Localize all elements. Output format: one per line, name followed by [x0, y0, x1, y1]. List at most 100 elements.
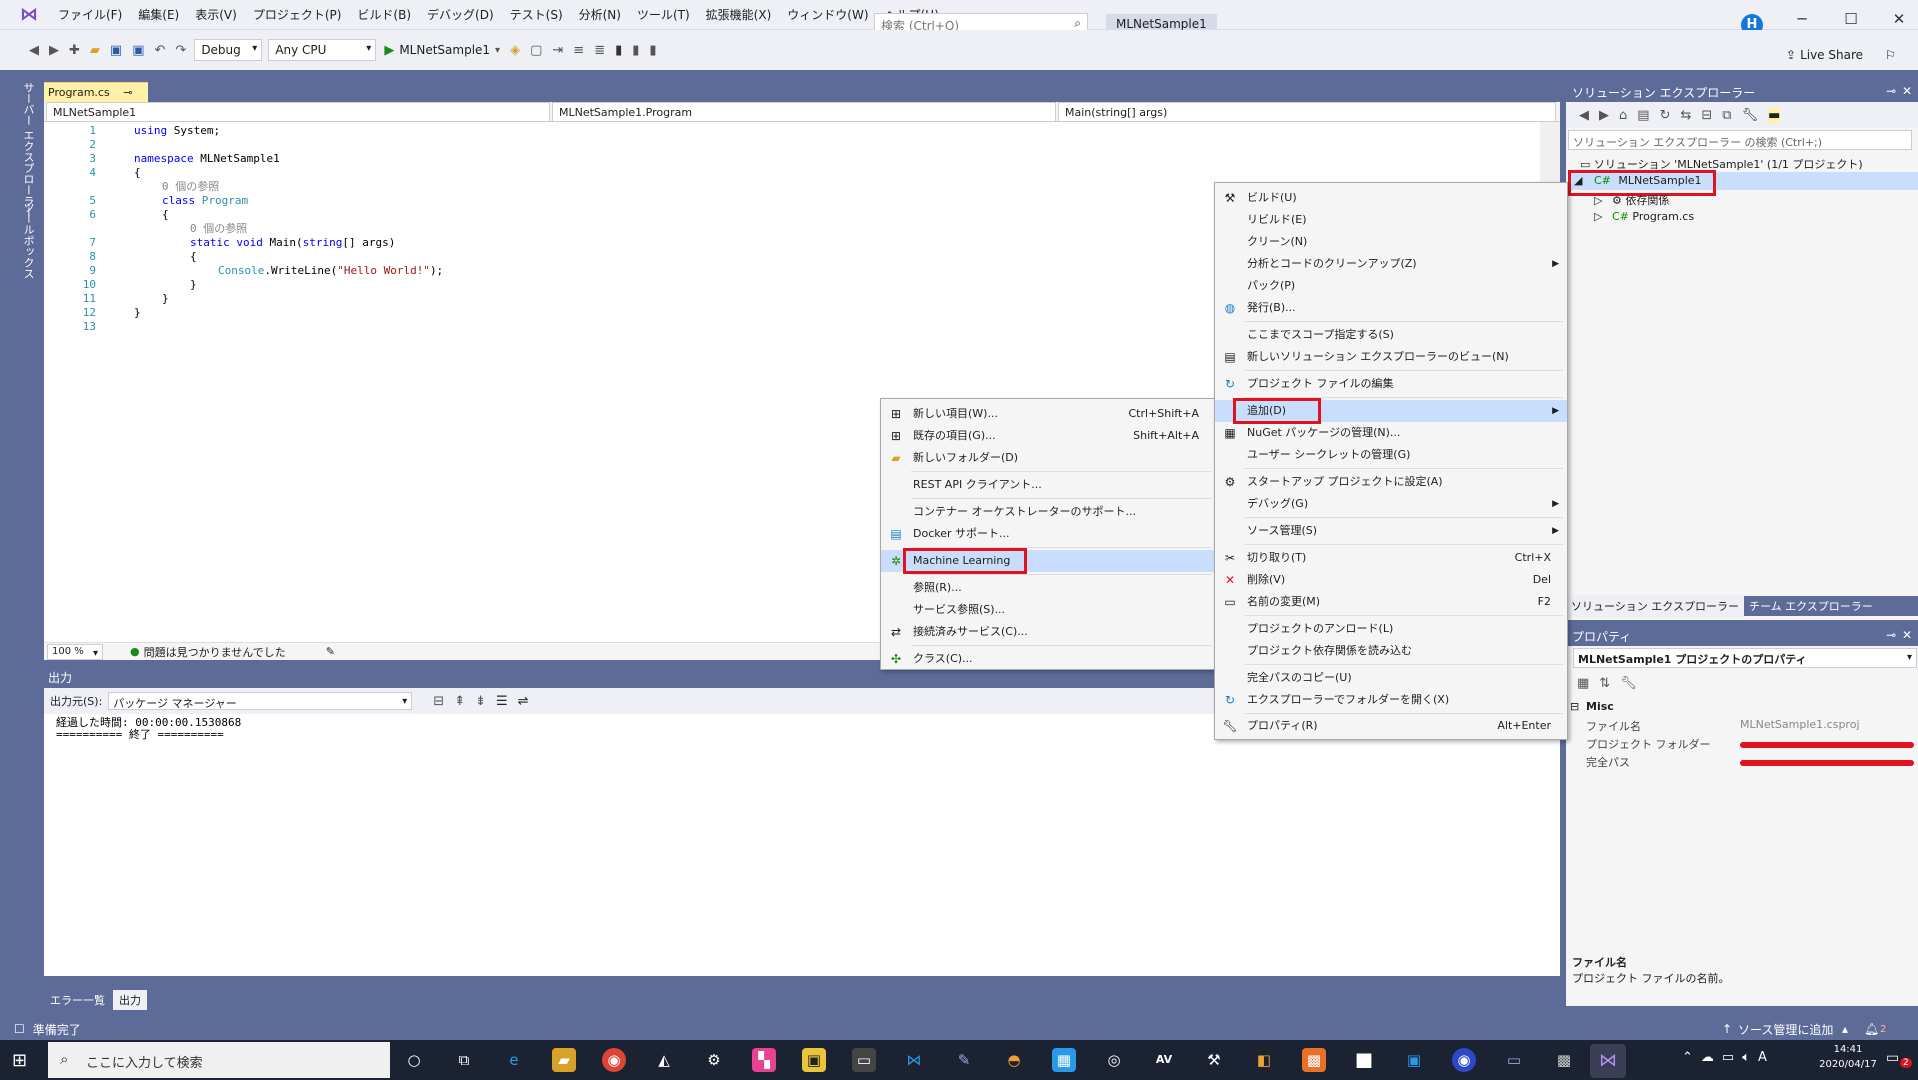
source-control-button[interactable]: ソース管理に追加 [1738, 1021, 1833, 1038]
obs-icon[interactable]: ◎ [1102, 1048, 1126, 1072]
tab-team-explorer[interactable]: チーム エクスプローラー [1744, 595, 1878, 617]
open-folder-icon[interactable]: ▰ [90, 43, 100, 58]
switch-views-icon[interactable]: ▤ [1637, 108, 1649, 123]
zoom-dropdown[interactable]: 100 % [47, 643, 103, 660]
menu-file[interactable]: ファイル(F) [50, 0, 130, 30]
property-category[interactable]: ⊟ Misc [1570, 700, 1914, 718]
menu-edit-project-file[interactable]: ↻ プロジェクト ファイルの編集 [1215, 373, 1567, 395]
bookmark-icon[interactable]: ▮ [615, 43, 622, 58]
menu-build[interactable]: ビルド(B) [349, 0, 419, 30]
save-all-icon[interactable]: ▣ [132, 43, 144, 58]
app-icon[interactable]: ◉ [1452, 1048, 1476, 1072]
forward-icon[interactable]: ▶ [1599, 108, 1609, 123]
ime-indicator[interactable]: A [1758, 1050, 1767, 1065]
chevron-down-icon[interactable]: ▾ [495, 45, 500, 56]
collapsed-icon[interactable]: ▷ [1594, 210, 1602, 223]
tab-error-list[interactable]: エラー一覧 [44, 990, 111, 1010]
tab-program-cs[interactable]: Program.cs ⊸ ✕ [44, 82, 148, 112]
menu-connected-service[interactable]: ⇄ 接続済みサービス(C)... [881, 621, 1215, 643]
forward-icon[interactable]: ▶ [49, 43, 59, 58]
pin-icon[interactable]: ⊸ [1886, 628, 1896, 642]
app-icon[interactable]: ◧ [1252, 1048, 1276, 1072]
notes-app-icon[interactable]: ▣ [802, 1048, 826, 1072]
codelens-reference[interactable]: 0 個の参照 [190, 222, 247, 236]
prev-bookmark-icon[interactable]: ▮ [632, 43, 639, 58]
menu-analyze[interactable]: 分析(N) [571, 0, 629, 30]
chevron-up-icon[interactable]: ⌃ [1682, 1050, 1693, 1065]
step-icon[interactable]: ⇥ [552, 43, 563, 58]
tree-program-cs[interactable]: ▷ C# Program.cs [1594, 210, 1694, 223]
configuration-dropdown[interactable]: Debug [194, 39, 263, 61]
vscode-icon[interactable]: ⋈ [902, 1048, 926, 1072]
tree-dependencies[interactable]: ▷ ⚙︎ 依存関係 [1594, 192, 1669, 208]
menu-unload-project[interactable]: プロジェクトのアンロード(L) [1215, 618, 1567, 640]
next-bookmark-icon[interactable]: ▮ [649, 43, 656, 58]
terminal-icon[interactable]: ▭ [852, 1048, 876, 1072]
property-pages-icon[interactable]: 🔧︎ [1620, 676, 1637, 691]
properties-wrench-icon[interactable]: 🔧︎ [1742, 108, 1759, 123]
tab-output[interactable]: 出力 [113, 990, 147, 1010]
menu-tools[interactable]: ツール(T) [629, 0, 698, 30]
menu-source-control[interactable]: ソース管理(S) ▶ [1215, 520, 1567, 542]
chrome-icon[interactable]: ◉ [602, 1048, 626, 1072]
menu-manage-nuget[interactable]: ▦ NuGet パッケージの管理(N)... [1215, 422, 1567, 444]
menu-cut[interactable]: ✂ 切り取り(T) Ctrl+X [1215, 547, 1567, 569]
feedback-icon[interactable]: ⚐ [1885, 48, 1896, 62]
menu-existing-item[interactable]: ⊞ 既存の項目(G)... Shift+Alt+A [881, 425, 1215, 447]
menu-delete[interactable]: ✕ 削除(V) Del [1215, 569, 1567, 591]
action-center-icon[interactable]: ▭ [1886, 1050, 1899, 1066]
menu-service-reference[interactable]: サービス参照(S)... [881, 599, 1215, 621]
start-button[interactable]: MLNetSample1 [399, 43, 490, 57]
menu-view[interactable]: 表示(V) [187, 0, 245, 30]
property-row[interactable]: ファイル名 MLNetSample1.csproj [1570, 718, 1914, 736]
menu-rename[interactable]: ▭ 名前の変更(M) F2 [1215, 591, 1567, 613]
toolbox-tab[interactable]: ツールボックス [20, 202, 36, 279]
output-source-dropdown[interactable]: パッケージ マネージャー [108, 692, 413, 710]
class-nav-dropdown[interactable]: MLNetSample1.Program [552, 102, 1056, 122]
app-icon[interactable]: ⚒ [1202, 1048, 1226, 1072]
notification-icon[interactable]: 🔔︎ [1864, 1022, 1879, 1036]
app-icon[interactable]: AV [1152, 1048, 1176, 1072]
tab-solution-explorer[interactable]: ソリューション エクスプローラー [1566, 595, 1744, 617]
preview-icon[interactable]: ▬ [1768, 107, 1781, 123]
paint-app-icon[interactable]: ✎ [952, 1048, 976, 1072]
find-icon[interactable]: ◈ [510, 43, 520, 58]
output-text[interactable]: 経過した時間: 00:00:00.1530868 ========== 終了 =… [44, 714, 1560, 976]
undo-icon[interactable]: ↶ [155, 43, 166, 58]
close-panel-icon[interactable]: ✕ [1902, 84, 1912, 98]
collapsed-icon[interactable]: ▷ [1594, 194, 1602, 207]
menu-docker-support[interactable]: ▤ Docker サポート... [881, 523, 1215, 545]
project-nav-dropdown[interactable]: MLNetSample1 [46, 102, 550, 122]
edge-icon[interactable]: e [502, 1048, 526, 1072]
clear-icon[interactable]: ⊟ [433, 694, 444, 709]
menu-build[interactable]: ⚒ ビルド(U) [1215, 187, 1567, 209]
redo-icon[interactable]: ↷ [175, 43, 186, 58]
close-panel-icon[interactable]: ✕ [1902, 628, 1912, 642]
task-view-icon[interactable]: ⧉ [452, 1048, 476, 1072]
property-row[interactable]: プロジェクト フォルダー [1570, 736, 1914, 754]
menu-container-orchestrator[interactable]: コンテナー オーケストレーターのサポート... [881, 501, 1215, 523]
clock[interactable]: 14:41 2020/04/17 [1818, 1044, 1878, 1070]
alphabetical-icon[interactable]: ⇅ [1599, 676, 1610, 691]
app-icon[interactable]: ▩ [1552, 1048, 1576, 1072]
collapse-icon[interactable]: ⊟ [1701, 108, 1712, 123]
app-icon[interactable]: ▦ [1052, 1048, 1076, 1072]
menu-rest-api-client[interactable]: REST API クライアント... [881, 474, 1215, 496]
categorized-icon[interactable]: ▦ [1577, 676, 1589, 691]
codelens-reference[interactable]: 0 個の参照 [162, 180, 219, 194]
cloud-icon[interactable]: ☁ [1701, 1050, 1714, 1065]
back-icon[interactable]: ◀ [1579, 108, 1589, 123]
start-icon[interactable]: ▶ [384, 43, 394, 58]
app-icon[interactable]: ▚ [752, 1048, 776, 1072]
screenshot-icon[interactable]: ▢ [530, 43, 542, 58]
show-all-files-icon[interactable]: ⧉ [1722, 108, 1731, 123]
platform-dropdown[interactable]: Any CPU [268, 39, 377, 61]
unity-icon[interactable]: ◭ [652, 1048, 676, 1072]
menu-open-in-explorer[interactable]: ↻ エクスプローラーでフォルダーを開く(X) [1215, 689, 1567, 711]
word-wrap-icon[interactable]: ⇌ [518, 694, 529, 709]
app-icon[interactable]: ⬛︎ [1352, 1048, 1376, 1072]
menu-clean[interactable]: クリーン(N) [1215, 231, 1567, 253]
collapse-icon[interactable]: ⊟ [1570, 700, 1579, 713]
app-icon[interactable]: ▩ [1302, 1048, 1326, 1072]
solution-search-input[interactable]: ソリューション エクスプローラー の検索 (Ctrl+;) [1568, 130, 1912, 150]
